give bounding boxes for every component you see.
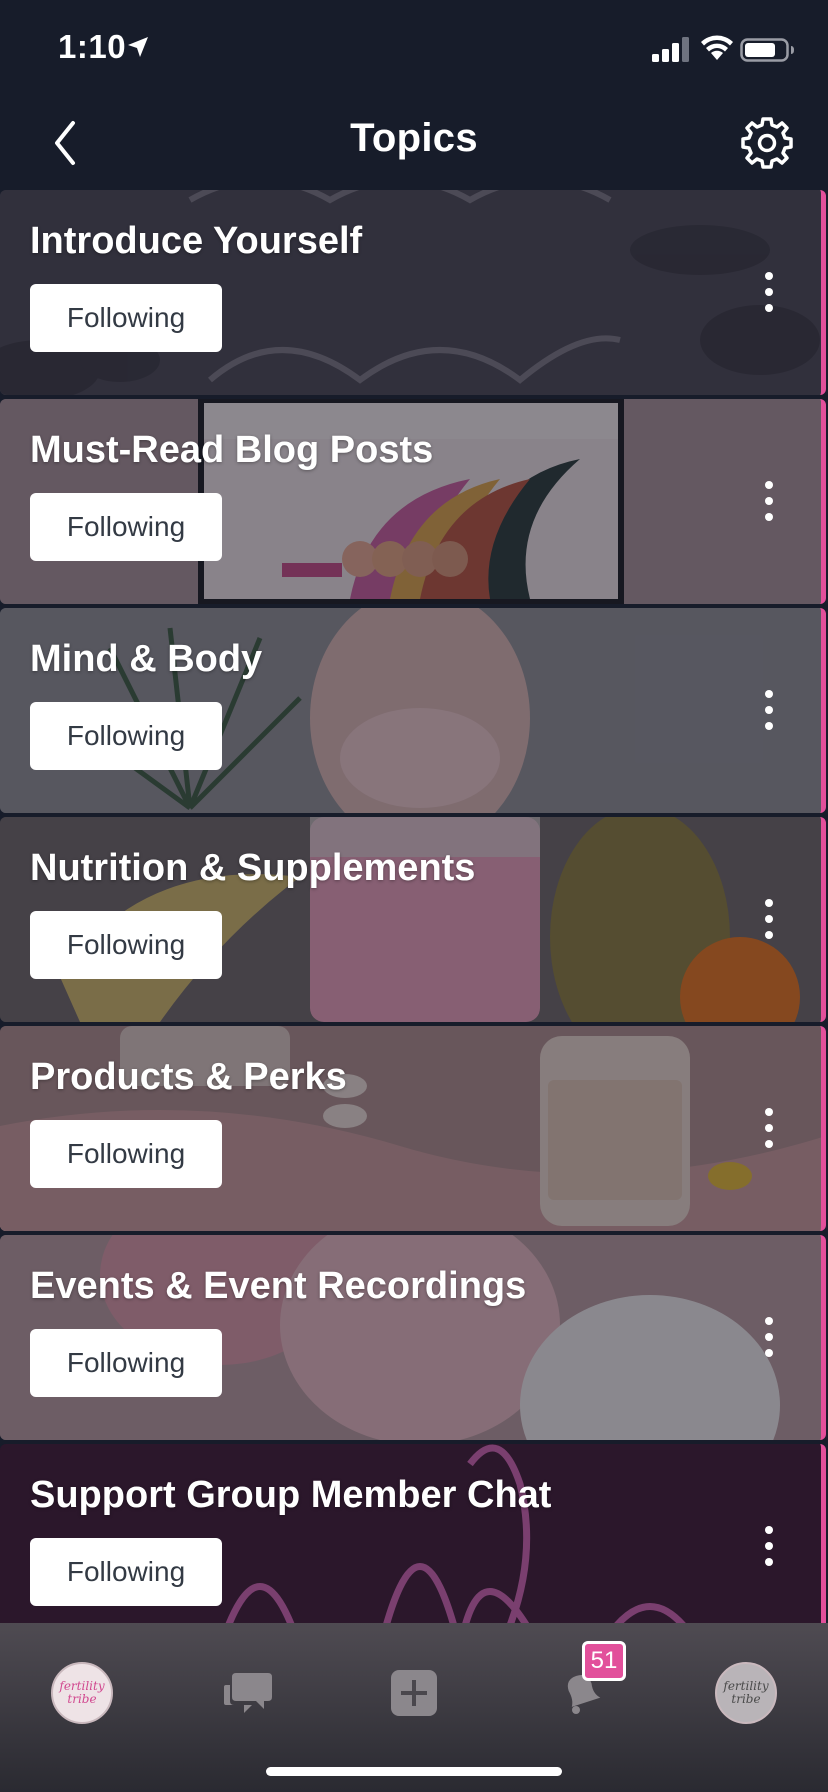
more-options-button[interactable] — [757, 264, 781, 320]
more-dot-icon — [765, 1349, 773, 1357]
status-bar: 1:10 — [0, 0, 828, 96]
following-button[interactable]: Following — [30, 284, 222, 352]
status-time: 1:10 — [58, 28, 127, 65]
more-dot-icon — [765, 1333, 773, 1341]
fertility-tribe-logo: fertility tribe — [51, 1662, 113, 1724]
battery-icon — [740, 38, 794, 62]
topic-card[interactable]: Must-Read Blog Posts Following — [0, 399, 826, 604]
notification-count-badge: 51 — [582, 1641, 626, 1681]
topic-title: Must-Read Blog Posts — [30, 429, 434, 471]
chat-bubbles-icon — [224, 1673, 272, 1713]
topic-title: Mind & Body — [30, 638, 263, 680]
more-dot-icon — [765, 915, 773, 923]
topic-card[interactable]: Nutrition & Supplements Following — [0, 817, 826, 1022]
topic-card[interactable]: Products & Perks Following — [0, 1026, 826, 1231]
following-button[interactable]: Following — [30, 1120, 222, 1188]
topic-card[interactable]: Events & Event Recordings Following — [0, 1235, 826, 1440]
topic-title: Introduce Yourself — [30, 220, 363, 262]
more-dot-icon — [765, 1108, 773, 1116]
more-dot-icon — [765, 931, 773, 939]
topic-card[interactable]: Mind & Body Following — [0, 608, 826, 813]
tab-profile[interactable]: fertility tribe — [706, 1653, 786, 1733]
cellular-signal-icon — [652, 37, 689, 62]
more-dot-icon — [765, 1317, 773, 1325]
tab-home[interactable]: fertility tribe — [42, 1653, 122, 1733]
more-dot-icon — [765, 1140, 773, 1148]
more-options-button[interactable] — [757, 473, 781, 529]
more-dot-icon — [765, 288, 773, 296]
more-dot-icon — [765, 1124, 773, 1132]
topic-title: Events & Event Recordings — [30, 1265, 527, 1307]
topic-list[interactable]: Introduce Yourself Following Must-Read B… — [0, 190, 828, 1623]
more-dot-icon — [765, 497, 773, 505]
following-button[interactable]: Following — [30, 1538, 222, 1606]
more-options-button[interactable] — [757, 1100, 781, 1156]
topic-title: Products & Perks — [30, 1056, 347, 1098]
more-dot-icon — [765, 272, 773, 280]
more-options-button[interactable] — [757, 1309, 781, 1365]
more-options-button[interactable] — [757, 1518, 781, 1574]
topic-title: Nutrition & Supplements — [30, 847, 476, 889]
topic-card[interactable]: Support Group Member Chat Following — [0, 1444, 826, 1623]
more-dot-icon — [765, 722, 773, 730]
more-dot-icon — [765, 690, 773, 698]
more-options-button[interactable] — [757, 682, 781, 738]
profile-avatar: fertility tribe — [715, 1662, 777, 1724]
following-button[interactable]: Following — [30, 1329, 222, 1397]
page-title: Topics — [350, 116, 478, 160]
more-dot-icon — [765, 1542, 773, 1550]
more-dot-icon — [765, 706, 773, 714]
following-button[interactable]: Following — [30, 493, 222, 561]
topic-card[interactable]: Introduce Yourself Following — [0, 190, 826, 395]
gear-icon[interactable] — [738, 114, 796, 172]
wifi-icon — [701, 35, 733, 60]
navigation-header: Topics — [0, 96, 828, 190]
more-dot-icon — [765, 899, 773, 907]
tab-create-post[interactable] — [374, 1653, 454, 1733]
location-arrow-icon — [128, 37, 148, 57]
plus-square-icon — [391, 1670, 437, 1716]
more-dot-icon — [765, 513, 773, 521]
more-dot-icon — [765, 1558, 773, 1566]
topic-title: Support Group Member Chat — [30, 1474, 552, 1516]
more-dot-icon — [765, 304, 773, 312]
tab-chat[interactable] — [208, 1653, 288, 1733]
home-indicator — [266, 1767, 562, 1776]
tab-notifications[interactable]: 51 — [540, 1641, 626, 1733]
more-dot-icon — [765, 481, 773, 489]
tab-bar: fertility tribe 51 fertility tribe — [0, 1623, 828, 1792]
more-options-button[interactable] — [757, 891, 781, 947]
more-dot-icon — [765, 1526, 773, 1534]
following-button[interactable]: Following — [30, 911, 222, 979]
following-button[interactable]: Following — [30, 702, 222, 770]
